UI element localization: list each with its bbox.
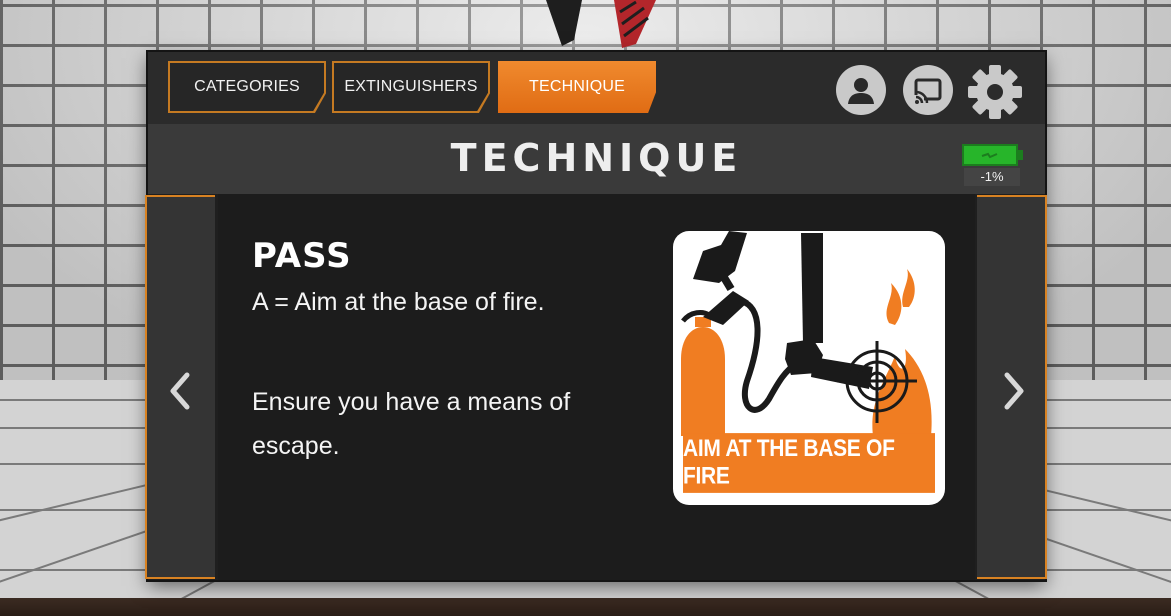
illustration-caption: AIM AT THE BASE OF FIRE xyxy=(683,433,935,493)
user-icon xyxy=(848,78,874,104)
nav-bar: CATEGORIES EXTINGUISHERS TECHNIQUE xyxy=(148,52,1045,124)
battery-level: -1% xyxy=(964,168,1020,186)
charging-bolt-icon xyxy=(981,152,998,159)
tab-categories[interactable]: CATEGORIES xyxy=(168,61,326,113)
illustration-card: AIM AT THE BASE OF FIRE xyxy=(673,231,945,505)
title-bar: TECHNIQUE xyxy=(148,124,1045,194)
tab-technique-label: TECHNIQUE xyxy=(528,78,626,95)
tab-extinguishers[interactable]: EXTINGUISHERS xyxy=(332,61,490,113)
floor-edge xyxy=(0,598,1171,616)
next-page-button[interactable] xyxy=(977,195,1047,579)
tab-extinguishers-label: EXTINGUISHERS xyxy=(344,78,478,95)
menu-panel: CATEGORIES EXTINGUISHERS TECHNIQUE TECHN… xyxy=(145,52,1047,580)
gear-icon[interactable] xyxy=(966,63,1024,121)
tab-categories-label: CATEGORIES xyxy=(194,78,300,95)
content-step-text: A = Aim at the base of fire. xyxy=(252,288,545,316)
battery-cap xyxy=(1018,150,1023,160)
battery-icon xyxy=(962,144,1018,166)
content-heading: PASS xyxy=(252,236,352,276)
previous-page-button[interactable] xyxy=(145,195,215,579)
chevron-left-icon xyxy=(170,372,190,410)
battery-indicator: -1% xyxy=(962,144,1028,190)
page-title: TECHNIQUE xyxy=(450,136,743,180)
tab-technique[interactable]: TECHNIQUE xyxy=(498,61,656,113)
fire-extinguisher-aim-icon xyxy=(681,231,932,436)
profile-button[interactable] xyxy=(836,65,886,115)
hanging-object xyxy=(546,0,656,48)
cast-button[interactable] xyxy=(903,65,953,115)
content-area: PASS A = Aim at the base of fire. Ensure… xyxy=(218,194,975,580)
chevron-right-icon xyxy=(1004,372,1024,410)
cast-icon xyxy=(914,78,942,105)
content-tip-text: Ensure you have a means of escape. xyxy=(252,388,571,460)
